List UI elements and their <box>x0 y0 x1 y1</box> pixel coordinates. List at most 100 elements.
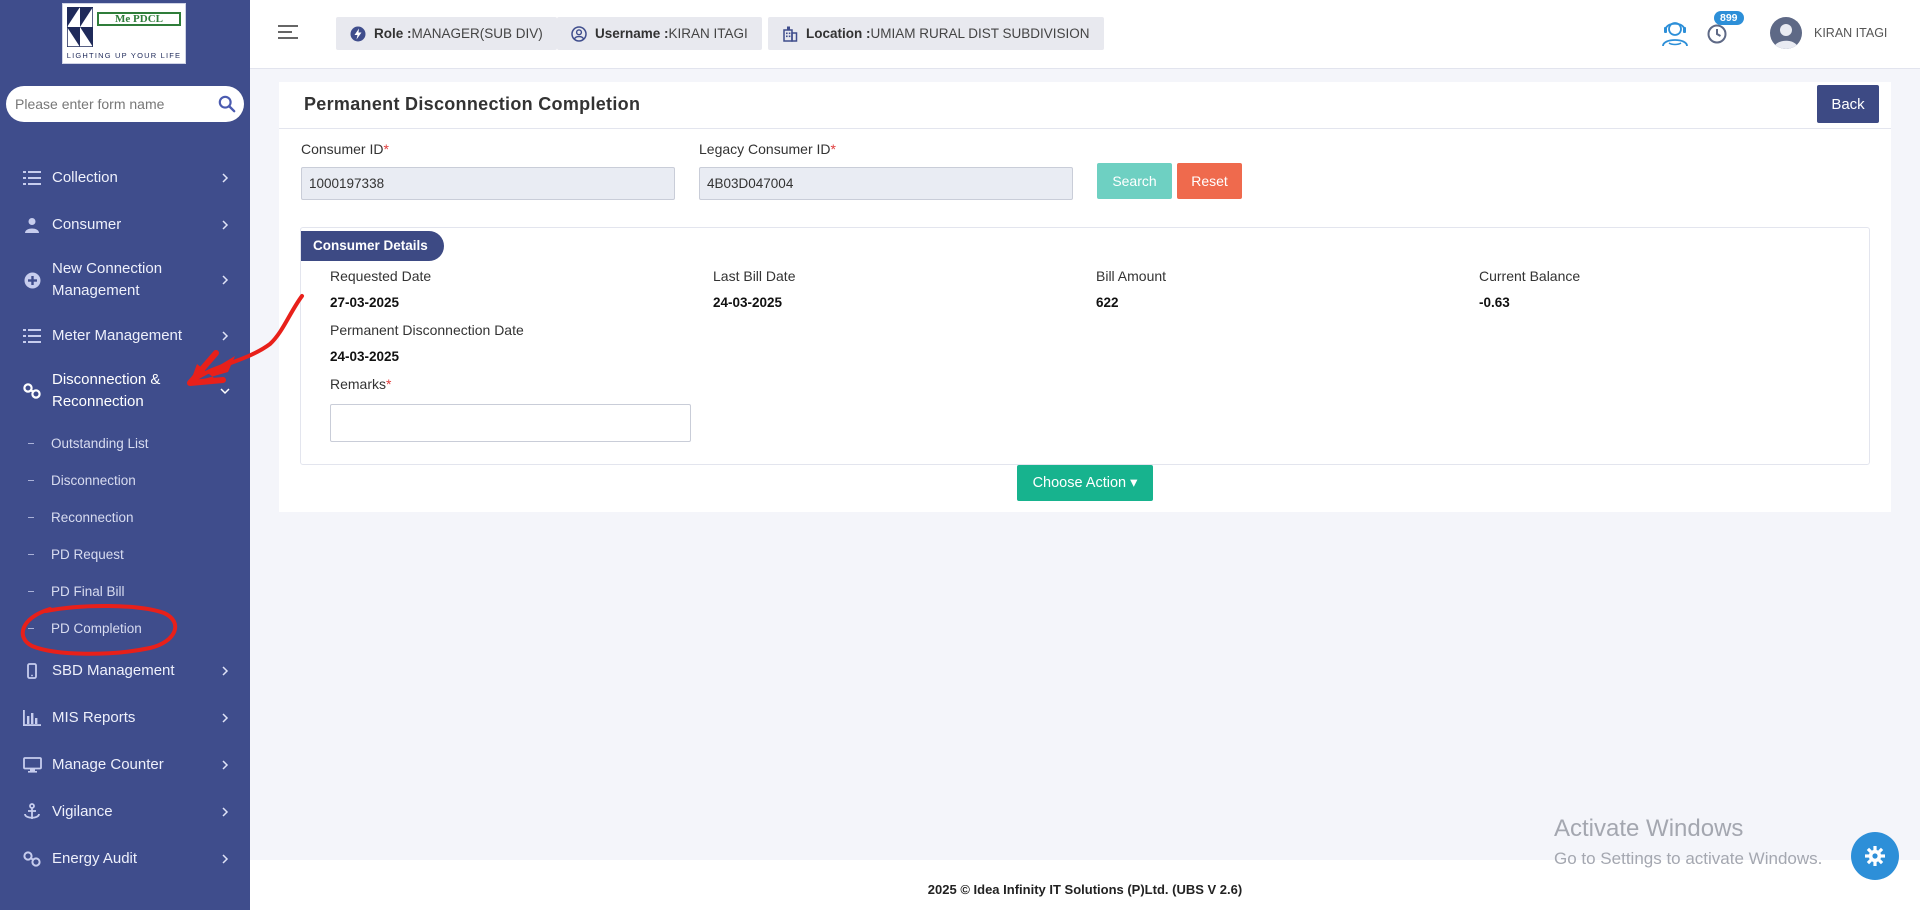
disconnection-submenu: Outstanding List Disconnection Reconnect… <box>0 423 250 647</box>
chevron-down-icon <box>220 388 230 395</box>
last-bill-date-label: Last Bill Date <box>713 268 796 284</box>
submenu-item-label: PD Completion <box>51 621 142 636</box>
sidebar-item-mis-reports[interactable]: MIS Reports <box>0 694 250 741</box>
avatar[interactable] <box>1770 17 1802 49</box>
submenu-item-label: PD Request <box>51 547 124 562</box>
submenu-item-pd-completion[interactable]: PD Completion <box>0 610 250 647</box>
top-header: Role : MANAGER(SUB DIV) Username : KIRAN… <box>250 0 1920 69</box>
watermark-title: Activate Windows <box>1554 815 1744 842</box>
history-clock-icon[interactable] <box>1706 23 1728 45</box>
sidebar-item-label: Manage Counter <box>52 755 164 773</box>
legacy-consumer-id-input[interactable] <box>699 167 1073 200</box>
page-title: Permanent Disconnection Completion <box>304 94 641 114</box>
submenu-item-pd-final-bill[interactable]: PD Final Bill <box>0 573 250 610</box>
submenu-dash <box>28 517 34 518</box>
logo-tagline: LIGHTING UP YOUR LIFE <box>66 51 182 60</box>
submenu-item-label: PD Final Bill <box>51 584 125 599</box>
logo-mark-icon <box>67 7 93 47</box>
card-divider <box>279 128 1891 129</box>
required-mark: * <box>386 376 392 392</box>
menu-toggle-icon[interactable] <box>278 24 298 40</box>
legacy-consumer-id-label: Legacy Consumer ID* <box>699 141 836 157</box>
pd-date-label: Permanent Disconnection Date <box>330 322 524 338</box>
sidebar-item-consumer[interactable]: Consumer <box>0 201 250 248</box>
search-icon[interactable] <box>218 95 236 113</box>
submenu-item-outstanding-list[interactable]: Outstanding List <box>0 425 250 462</box>
sidebar-item-label: Disconnection & Reconnection <box>52 371 161 410</box>
bolt-circle-icon <box>350 26 366 41</box>
legacy-consumer-id-label-text: Legacy Consumer ID <box>699 141 831 157</box>
sidebar-item-label: New Connection Management <box>52 260 163 299</box>
header-user-name[interactable]: KIRAN ITAGI <box>1814 26 1887 40</box>
username-value: KIRAN ITAGI <box>668 26 748 41</box>
sidebar-item-label: Collection <box>52 168 118 186</box>
sidebar-item-vigilance[interactable]: Vigilance <box>0 788 250 835</box>
settings-fab[interactable] <box>1851 832 1899 880</box>
submenu-item-disconnection[interactable]: Disconnection <box>0 462 250 499</box>
choose-action-dropdown[interactable]: Choose Action ▾ <box>1017 465 1153 501</box>
remarks-label-text: Remarks <box>330 376 387 392</box>
sidebar-item-new-connection[interactable]: New Connection Management <box>0 248 250 312</box>
location-value: UMIAM RURAL DIST SUBDIVISION <box>870 26 1090 41</box>
form-search-input[interactable] <box>6 86 206 122</box>
windows-activation-watermark: Activate Windows Go to Settings to activ… <box>1554 815 1822 869</box>
role-value: MANAGER(SUB DIV) <box>411 26 543 41</box>
consumer-id-label: Consumer ID* <box>301 141 389 157</box>
chevron-right-icon <box>222 330 229 341</box>
submenu-dash <box>28 443 34 444</box>
sidebar-item-meter-management[interactable]: Meter Management <box>0 312 250 359</box>
username-label: Username : <box>595 26 669 41</box>
mobile-icon <box>22 661 42 681</box>
link-icon <box>22 849 42 869</box>
submenu-dash <box>28 480 34 481</box>
chevron-right-icon <box>222 853 229 864</box>
gear-icon <box>1865 846 1885 866</box>
sidebar-item-label: Vigilance <box>52 802 113 820</box>
submenu-item-pd-request[interactable]: PD Request <box>0 536 250 573</box>
sidebar-item-manage-counter[interactable]: Manage Counter <box>0 741 250 788</box>
list-icon <box>22 168 42 188</box>
building-icon <box>783 26 798 42</box>
sidebar-item-label: Meter Management <box>52 326 183 344</box>
role-chip: Role : MANAGER(SUB DIV) <box>336 17 557 50</box>
requested-date-label: Requested Date <box>330 268 432 284</box>
role-label: Role : <box>374 26 412 41</box>
chevron-right-icon <box>222 759 229 770</box>
user-circle-icon <box>571 25 587 42</box>
notification-badge: 899 <box>1714 11 1744 25</box>
sidebar-item-label: Consumer <box>52 215 122 233</box>
user-icon <box>22 215 42 235</box>
sidebar-item-sbd-management[interactable]: SBD Management <box>0 647 250 694</box>
submenu-item-reconnection[interactable]: Reconnection <box>0 499 250 536</box>
sidebar-item-disconnection-reconnection[interactable]: Disconnection & Reconnection <box>0 359 250 423</box>
support-agent-icon[interactable] <box>1660 18 1690 48</box>
sidebar-nav: Collection Consumer New Connection Manag… <box>0 154 250 882</box>
required-mark: * <box>383 141 389 157</box>
sidebar-item-collection[interactable]: Collection <box>0 154 250 201</box>
list-icon <box>22 326 42 346</box>
anchor-icon <box>22 802 42 822</box>
search-button[interactable]: Search <box>1097 163 1172 199</box>
sidebar-item-label: SBD Management <box>52 661 175 679</box>
required-mark: * <box>830 141 836 157</box>
reset-button[interactable]: Reset <box>1177 163 1242 199</box>
submenu-dash <box>28 591 34 592</box>
submenu-item-label: Reconnection <box>51 510 134 525</box>
chevron-right-icon <box>222 806 229 817</box>
consumer-id-input[interactable] <box>301 167 675 200</box>
plus-circle-icon <box>22 270 42 290</box>
remarks-input[interactable] <box>330 404 691 442</box>
submenu-dash <box>28 628 34 629</box>
company-logo[interactable]: Me PDCL LIGHTING UP YOUR LIFE <box>62 3 186 64</box>
requested-date-value: 27-03-2025 <box>330 295 400 310</box>
logo-text: Me PDCL <box>97 12 181 26</box>
sidebar-item-energy-audit[interactable]: Energy Audit <box>0 835 250 882</box>
consumer-details-heading: Consumer Details <box>301 231 444 261</box>
submenu-item-label: Outstanding List <box>51 436 149 451</box>
last-bill-date-value: 24-03-2025 <box>713 295 783 310</box>
bill-amount-value: 622 <box>1096 295 1119 310</box>
submenu-item-label: Disconnection <box>51 473 136 488</box>
monitor-icon <box>22 755 42 775</box>
user-avatar-icon <box>1774 24 1798 49</box>
back-button[interactable]: Back <box>1817 85 1879 123</box>
